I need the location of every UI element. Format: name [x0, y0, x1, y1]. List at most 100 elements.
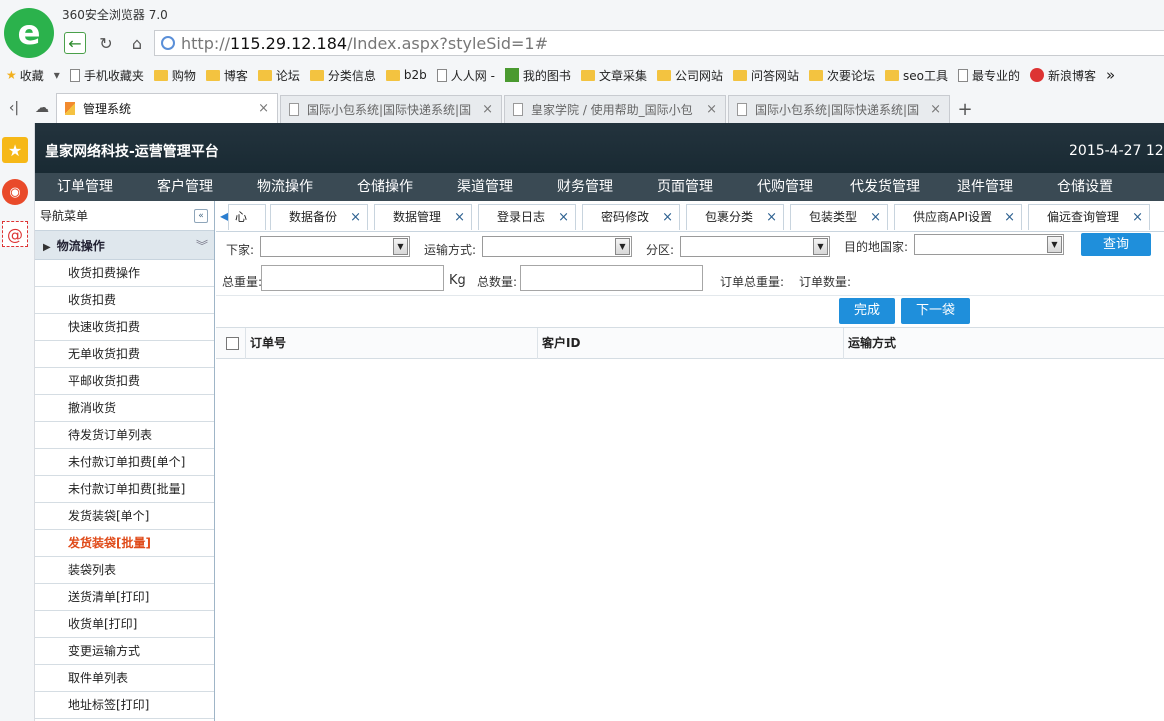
main-nav-item[interactable]: 代购管理 — [735, 173, 835, 201]
main-nav-item[interactable]: 代发货管理 — [835, 173, 935, 201]
content-tab[interactable]: 包裹分类 × — [686, 204, 784, 230]
bookmarks-bar: ★ 收藏 ▾ 手机收藏夹 购物 博客 论坛 分类信息 b2b 人人网 - 我的图书 文章采集 公司网站 问… — [0, 63, 1164, 87]
more-bookmarks-icon[interactable]: » — [1106, 66, 1115, 84]
bookmark-item[interactable]: b2b — [385, 68, 427, 82]
menu-group-logistics[interactable]: ▶ 物流操作 ︾ — [35, 231, 214, 260]
menu-item[interactable]: 发货装袋[批量] — [35, 530, 214, 557]
menu-item[interactable]: 取件单列表 — [35, 665, 214, 692]
close-tab-icon[interactable]: × — [706, 102, 717, 117]
main-nav-item[interactable]: 仓储操作 — [335, 173, 435, 201]
close-tab-icon[interactable]: × — [558, 205, 569, 230]
menu-item[interactable]: 撤消收货 — [35, 395, 214, 422]
menu-item[interactable]: 无单收货扣费 — [35, 341, 214, 368]
zone-select[interactable]: ▼ — [680, 236, 830, 257]
bookmark-item[interactable]: 手机收藏夹 — [69, 67, 144, 84]
main-nav-item[interactable]: 报 — [1135, 173, 1164, 201]
select-all-checkbox[interactable] — [226, 337, 239, 350]
bookmark-item[interactable]: ★ 收藏 ▾ — [6, 67, 60, 84]
column-header-customer-id[interactable]: 客户ID — [537, 328, 843, 359]
bookmark-item[interactable]: 问答网站 — [732, 67, 799, 84]
close-tab-icon[interactable]: × — [350, 205, 361, 230]
column-header-shipping-method[interactable]: 运输方式 — [843, 328, 1164, 359]
reload-button[interactable]: ↻ — [95, 32, 117, 54]
main-nav-item[interactable]: 客户管理 — [135, 173, 235, 201]
search-button[interactable]: 查询 — [1081, 233, 1151, 256]
close-tab-icon[interactable]: × — [662, 205, 673, 230]
done-button[interactable]: 完成 — [839, 298, 895, 324]
bookmark-item[interactable]: seo工具 — [885, 67, 948, 84]
menu-item[interactable]: 地址标签[打印] — [35, 692, 214, 719]
bookmark-item[interactable]: 我的图书 — [504, 67, 571, 84]
shipping-select[interactable]: ▼ — [482, 236, 632, 257]
column-header-order-no[interactable]: 订单号 — [245, 328, 537, 359]
mail-icon[interactable]: @ — [2, 221, 28, 247]
country-select[interactable]: ▼ — [914, 234, 1064, 255]
tab-list-icon[interactable]: ‹| — [0, 93, 28, 123]
cloud-icon[interactable]: ☁ — [28, 93, 56, 123]
bookmark-item[interactable]: 人人网 - — [436, 67, 495, 84]
browser-tab[interactable]: 管理系统 × — [56, 93, 278, 123]
menu-item[interactable]: 装袋列表 — [35, 557, 214, 584]
menu-item[interactable]: 收货扣费 — [35, 287, 214, 314]
total-weight-input[interactable] — [261, 265, 444, 291]
content-tab-label: 供应商API设置 — [913, 210, 992, 224]
menu-item[interactable]: 变更运输方式 — [35, 638, 214, 665]
content-tab[interactable]: 数据管理 × — [374, 204, 472, 230]
content-tab-label: 包装类型 — [809, 210, 858, 224]
main-nav-item[interactable]: 渠道管理 — [435, 173, 535, 201]
bookmark-item[interactable]: 公司网站 — [656, 67, 723, 84]
content-tab[interactable]: 供应商API设置 × — [894, 204, 1022, 230]
dropdown-arrow-icon[interactable]: ▾ — [54, 68, 60, 82]
browser-tab[interactable]: 国际小包系统|国际快递系统|国 × — [728, 95, 950, 123]
main-nav-item[interactable]: 退件管理 — [935, 173, 1035, 201]
bookmark-item[interactable]: 论坛 — [257, 67, 300, 84]
close-tab-icon[interactable]: × — [482, 102, 493, 117]
close-tab-icon[interactable]: × — [454, 205, 465, 230]
collapse-menu-icon[interactable]: « — [194, 208, 208, 223]
menu-item[interactable]: 未付款订单扣费[单个] — [35, 449, 214, 476]
close-tab-icon[interactable]: × — [1132, 205, 1143, 230]
agent-select[interactable]: ▼ — [260, 236, 410, 257]
close-tab-icon[interactable]: × — [1004, 205, 1015, 230]
close-tab-icon[interactable]: × — [766, 205, 777, 230]
close-tab-icon[interactable]: × — [930, 102, 941, 117]
bookmark-item[interactable]: 文章采集 — [580, 67, 647, 84]
main-nav-item[interactable]: 仓储设置 — [1035, 173, 1135, 201]
menu-item[interactable]: 快速收货扣费 — [35, 314, 214, 341]
bookmark-item[interactable]: 购物 — [153, 67, 196, 84]
favorites-star-icon[interactable]: ★ — [2, 137, 28, 163]
address-bar[interactable]: http://115.29.12.184/Index.aspx?styleSid… — [154, 30, 1164, 56]
content-tab[interactable]: 登录日志 × — [478, 204, 576, 230]
menu-item[interactable]: 平邮收货扣费 — [35, 368, 214, 395]
menu-item[interactable]: 发货装袋[单个] — [35, 503, 214, 530]
bookmark-item[interactable]: 分类信息 — [309, 67, 376, 84]
close-tab-icon[interactable]: × — [870, 205, 881, 230]
main-nav-item[interactable]: 页面管理 — [635, 173, 735, 201]
content-tab[interactable]: 密码修改 × — [582, 204, 680, 230]
bookmark-item[interactable]: 博客 — [205, 67, 248, 84]
menu-item[interactable]: 送货清单[打印] — [35, 584, 214, 611]
bookmark-item[interactable]: 新浪博客 — [1030, 67, 1096, 84]
main-nav-item[interactable]: 订单管理 — [35, 173, 135, 201]
weibo-icon[interactable]: ◉ — [2, 179, 28, 205]
content-tab[interactable]: 数据备份 × — [270, 204, 368, 230]
content-tab-partial[interactable]: 心 — [228, 204, 266, 230]
main-nav-item[interactable]: 财务管理 — [535, 173, 635, 201]
bookmark-item[interactable]: 最专业的 — [957, 67, 1020, 84]
back-button[interactable]: ← — [64, 32, 86, 54]
browser-tab[interactable]: 皇家学院 / 使用帮助_国际小包 × — [504, 95, 726, 123]
menu-item[interactable]: 待发货订单列表 — [35, 422, 214, 449]
content-tab[interactable]: 偏远查询管理 × — [1028, 204, 1150, 230]
next-bag-button[interactable]: 下一袋 — [901, 298, 970, 324]
content-tab[interactable]: 包装类型 × — [790, 204, 888, 230]
browser-tab[interactable]: 国际小包系统|国际快递系统|国 × — [280, 95, 502, 123]
menu-item[interactable]: 收货扣费操作 — [35, 260, 214, 287]
menu-item[interactable]: 未付款订单扣费[批量] — [35, 476, 214, 503]
menu-item[interactable]: 收货单[打印] — [35, 611, 214, 638]
close-tab-icon[interactable]: × — [258, 101, 269, 116]
main-nav-item[interactable]: 物流操作 — [235, 173, 335, 201]
new-tab-icon[interactable]: + — [952, 95, 978, 123]
bookmark-item[interactable]: 次要论坛 — [808, 67, 875, 84]
home-button[interactable]: ⌂ — [126, 32, 148, 54]
total-count-input[interactable] — [520, 265, 703, 291]
